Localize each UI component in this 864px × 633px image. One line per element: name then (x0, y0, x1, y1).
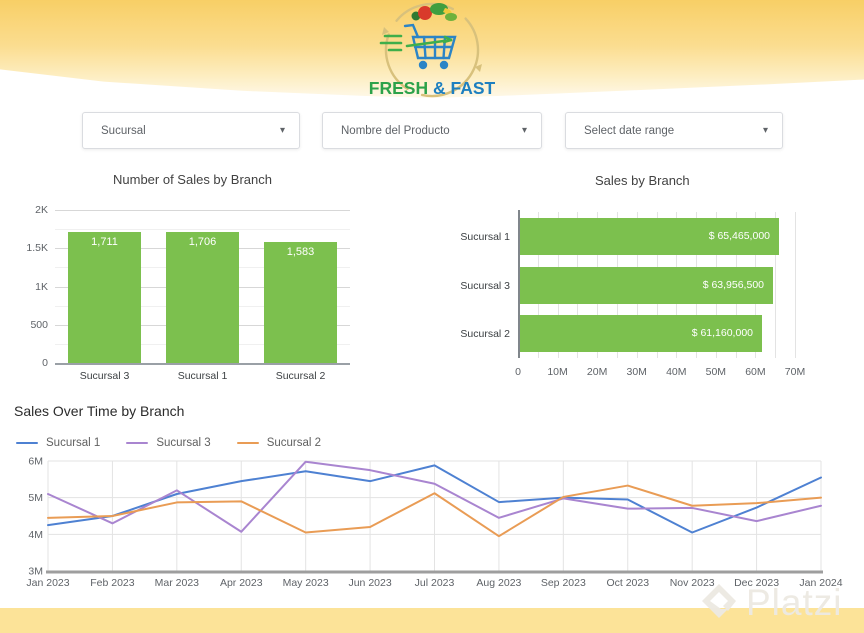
hbar-chart-title: Sales by Branch (595, 173, 690, 188)
filter-date-range[interactable]: Select date range ▾ (565, 112, 783, 149)
x-tick-label: Jun 2023 (348, 577, 391, 589)
x-tick-label: Feb 2023 (90, 577, 135, 589)
bar-chart-title: Number of Sales by Branch (113, 172, 272, 187)
x-tick-label: Jan 2023 (26, 577, 69, 589)
y-tick-label: 6M (28, 456, 43, 468)
major-gridline (55, 210, 350, 211)
y-tick-label: 500 (30, 318, 48, 331)
chevron-down-icon: ▾ (762, 125, 768, 136)
bar-sucursal-3[interactable] (68, 232, 141, 363)
x-category-label: Sucursal 2 (275, 370, 326, 382)
platzi-watermark-text: Platzi (746, 581, 843, 623)
x-category-label: Sucursal 1 (177, 370, 228, 382)
bar-sucursal-2[interactable] (264, 241, 337, 363)
legend-swatch (236, 441, 259, 445)
filter-sucursal-label: Sucursal (101, 124, 146, 137)
filter-sucursal[interactable]: Sucursal ▾ (82, 112, 300, 149)
x-tick-label: 20M (586, 366, 608, 378)
shopping-cart-icon (403, 23, 457, 70)
x-tick-label: 50M (705, 366, 727, 378)
x-tick-label: May 2023 (283, 577, 329, 589)
filter-date-range-label: Select date range (584, 124, 675, 137)
y-category-label: Sucursal 3 (460, 280, 510, 292)
x-tick-label: 10M (547, 366, 568, 378)
dashboard: FRESH & FAST Sucursal ▾ Nombre del Produ… (0, 0, 864, 633)
x-axis-line (55, 363, 350, 365)
x-tick-label: 70M (784, 366, 806, 378)
legend-swatch (126, 441, 149, 445)
y-tick-label: 4M (28, 529, 43, 541)
filter-nombre-del-producto[interactable]: Nombre del Producto ▾ (322, 112, 542, 149)
line-chart-legend: Sucursal 1 Sucursal 3 Sucursal 2 (16, 437, 321, 449)
platzi-watermark: Platzi (698, 580, 842, 624)
legend-label: Sucursal 2 (266, 437, 322, 449)
x-tick-label: 40M (666, 366, 687, 378)
x-tick-label: Aug 2023 (476, 577, 521, 589)
x-tick-label: Oct 2023 (606, 577, 649, 589)
y-tick-label: 3M (28, 566, 43, 578)
y-tick-label: 2K (35, 204, 48, 216)
bar-value-label: 1,583 (286, 245, 315, 258)
y-category-label: Sucursal 1 (460, 231, 510, 243)
x-tick-label: 30M (626, 366, 647, 378)
legend-label: Sucursal 3 (156, 437, 211, 449)
legend-item-sucursal-1: Sucursal 1 (16, 437, 100, 449)
logo-graphic: FRESH & FAST (369, 2, 496, 98)
chevron-down-icon: ▾ (279, 125, 285, 136)
legend-label: Sucursal 1 (46, 437, 101, 449)
bar-sucursal-1[interactable] (166, 232, 239, 363)
chevron-down-icon: ▾ (521, 125, 527, 136)
x-tick-label: Mar 2023 (155, 577, 200, 589)
x-category-label: Sucursal 3 (79, 370, 130, 382)
bar-value-label: $ 61,160,000 (691, 327, 753, 339)
legend-swatch (16, 441, 38, 445)
bar-value-label: $ 65,465,000 (708, 230, 770, 242)
y-tick-label: 1K (35, 280, 48, 293)
bar-value-label: 1,711 (91, 236, 118, 249)
y-category-label: Sucursal 2 (460, 328, 510, 340)
y-tick-label: 1.5K (26, 242, 48, 255)
bar-value-label: $ 63,956,500 (702, 279, 764, 291)
platzi-logo-icon (702, 584, 736, 618)
v-gridline (795, 212, 796, 358)
minor-gridline (55, 229, 350, 231)
x-tick-label: 0 (515, 366, 521, 378)
y-tick-label: 5M (28, 492, 43, 504)
fresh-and-fast-logo: FRESH & FAST (367, 0, 497, 106)
x-tick-label: Apr 2023 (220, 577, 263, 589)
y-tick-label: 0 (42, 357, 48, 369)
x-tick-label: Sep 2023 (541, 577, 586, 589)
line-chart-title: Sales Over Time by Branch (14, 403, 185, 419)
x-tick-label: 60M (745, 366, 766, 378)
filter-producto-label: Nombre del Producto (341, 124, 450, 137)
x-tick-label: Jul 2023 (415, 577, 455, 589)
logo-wordmark: FRESH & FAST (369, 78, 496, 98)
legend-item-sucursal-3: Sucursal 3 (126, 437, 211, 449)
legend-item-sucursal-2: Sucursal 2 (236, 437, 322, 449)
bar-value-label: 1,706 (188, 236, 217, 249)
